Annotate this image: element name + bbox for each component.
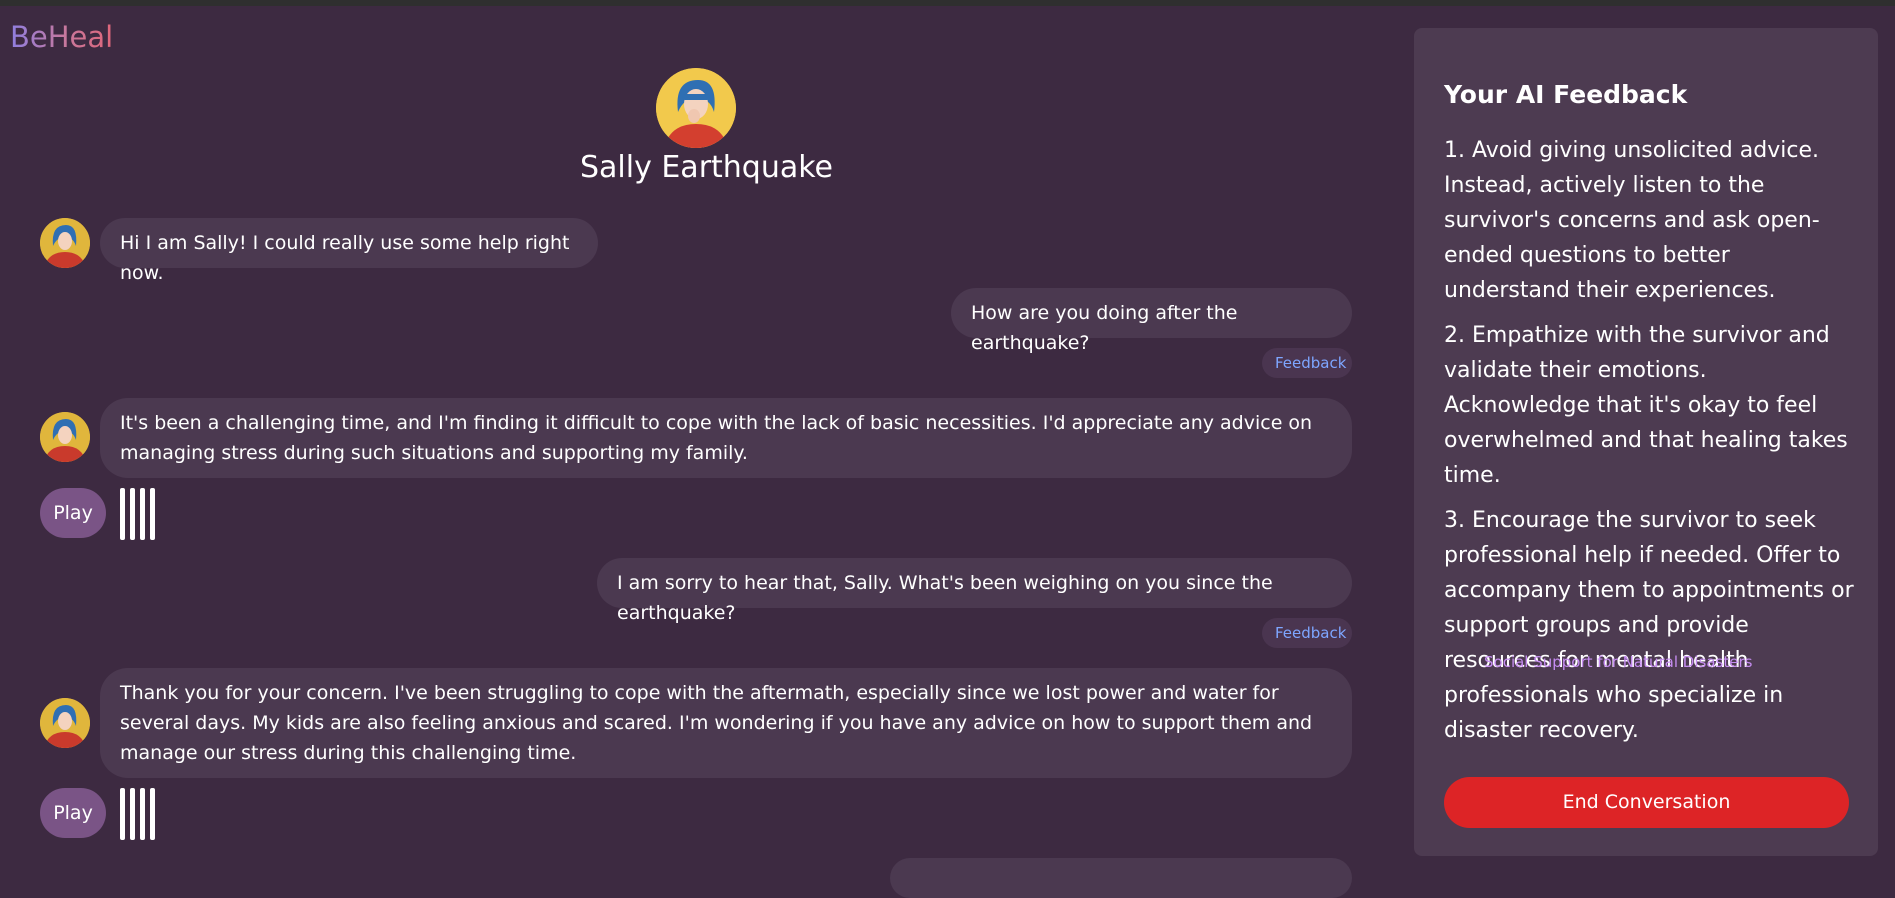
feedback-item: 2. Empathize with the survivor and valid…	[1444, 323, 1848, 488]
play-button[interactable]: Play	[40, 788, 106, 838]
user-message-partial	[890, 858, 1352, 898]
feedback-item: 1. Avoid giving unsolicited advice. Inst…	[1444, 138, 1820, 303]
persona-avatar	[656, 68, 736, 148]
user-message: How are you doing after the earthquake?	[951, 288, 1352, 354]
ai-feedback-panel: Your AI Feedback 1. Avoid giving unsolic…	[1414, 28, 1878, 856]
resource-link[interactable]: Social Support for Natural Disasters	[1484, 653, 1752, 671]
chat-area: Sally Earthquake Hi I am Sally! I could …	[0, 0, 1372, 898]
bot-message: Thank you for your concern. I've been st…	[100, 668, 1352, 778]
feedback-button[interactable]: Feedback	[1262, 618, 1352, 648]
bot-message: Hi I am Sally! I could really use some h…	[100, 218, 598, 284]
bot-avatar	[40, 412, 90, 462]
bot-avatar	[40, 698, 90, 748]
end-conversation-button[interactable]: End Conversation	[1444, 777, 1849, 828]
persona-name: Sally Earthquake	[579, 150, 834, 185]
panel-title: Your AI Feedback	[1444, 80, 1688, 109]
audio-waveform-icon	[120, 788, 156, 840]
bot-message: It's been a challenging time, and I'm fi…	[100, 398, 1352, 478]
bot-avatar	[40, 218, 90, 268]
user-message: I am sorry to hear that, Sally. What's b…	[597, 558, 1352, 624]
play-button[interactable]: Play	[40, 488, 106, 538]
feedback-item: 3. Encourage the survivor to seek profes…	[1444, 508, 1854, 743]
audio-waveform-icon	[120, 488, 156, 540]
feedback-button[interactable]: Feedback	[1262, 348, 1352, 378]
